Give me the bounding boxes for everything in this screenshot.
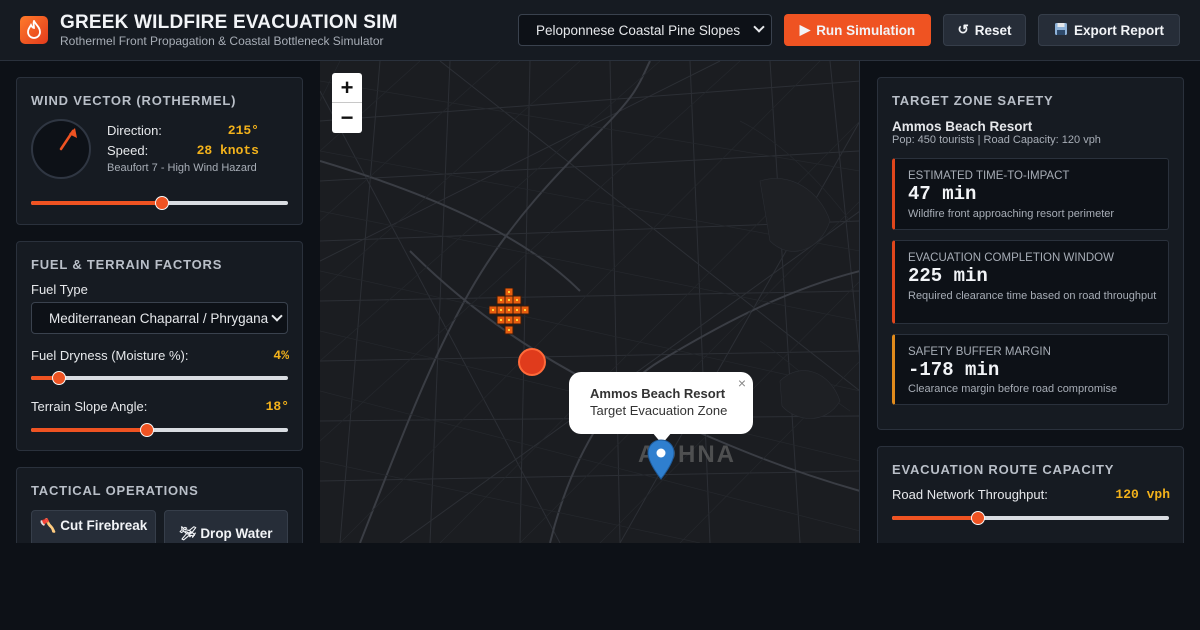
popup-close-button[interactable]: ×: [738, 375, 746, 391]
cut-firebreak-label: Cut Firebreak: [60, 518, 148, 533]
ignition-point-marker[interactable]: [518, 348, 546, 376]
map-view[interactable]: + − AΘHNA Ammos Beach Resort Target Evac…: [320, 61, 860, 543]
drop-water-label: Drop Water: [200, 526, 273, 541]
route-panel-title: EVACUATION ROUTE CAPACITY: [892, 462, 1115, 477]
throughput-label: Road Network Throughput:: [892, 487, 1048, 502]
street-map-background: [320, 61, 859, 543]
chevron-down-icon: [753, 21, 765, 33]
throughput-slider[interactable]: [892, 511, 1169, 525]
zoom-out-button[interactable]: −: [332, 103, 362, 133]
tactical-operations-panel: TACTICAL OPERATIONS 🪓 Cut Firebreak 🛩 Dr…: [16, 467, 303, 543]
tactical-panel-title: TACTICAL OPERATIONS: [31, 483, 199, 498]
aircraft-icon: 🛩: [179, 526, 197, 541]
scenario-selected-value: Peloponnese Coastal Pine Slopes: [536, 23, 741, 38]
axe-icon: 🪓: [39, 518, 57, 533]
route-clip: EVACUATION ROUTE CAPACITY Road Network T…: [860, 0, 1200, 543]
evacuation-route-capacity-panel: EVACUATION ROUTE CAPACITY Road Network T…: [877, 446, 1184, 543]
zoom-in-button[interactable]: +: [332, 73, 362, 103]
app-root: GREEK WILDFIRE EVACUATION SIM Rothermel …: [0, 0, 1200, 630]
target-zone-popup: Ammos Beach Resort Target Evacuation Zon…: [569, 372, 753, 444]
play-icon: ▶: [799, 22, 811, 37]
tactical-clip: TACTICAL OPERATIONS 🪓 Cut Firebreak 🛩 Dr…: [0, 0, 320, 543]
popup-title: Ammos Beach Resort: [590, 386, 726, 401]
throughput-value: 120 vph: [1115, 487, 1170, 502]
cut-firebreak-button[interactable]: 🪓 Cut Firebreak: [31, 510, 156, 543]
drop-water-button[interactable]: 🛩 Drop Water: [164, 510, 288, 543]
slider-fill: [892, 516, 978, 520]
zoom-control: + −: [332, 73, 362, 133]
scenario-select[interactable]: Peloponnese Coastal Pine Slopes: [518, 14, 772, 46]
fire-front-cluster: [489, 288, 530, 335]
popup-subtitle: Target Evacuation Zone: [590, 403, 728, 418]
map-pin-icon[interactable]: [647, 439, 675, 481]
slider-thumb[interactable]: [970, 511, 985, 525]
